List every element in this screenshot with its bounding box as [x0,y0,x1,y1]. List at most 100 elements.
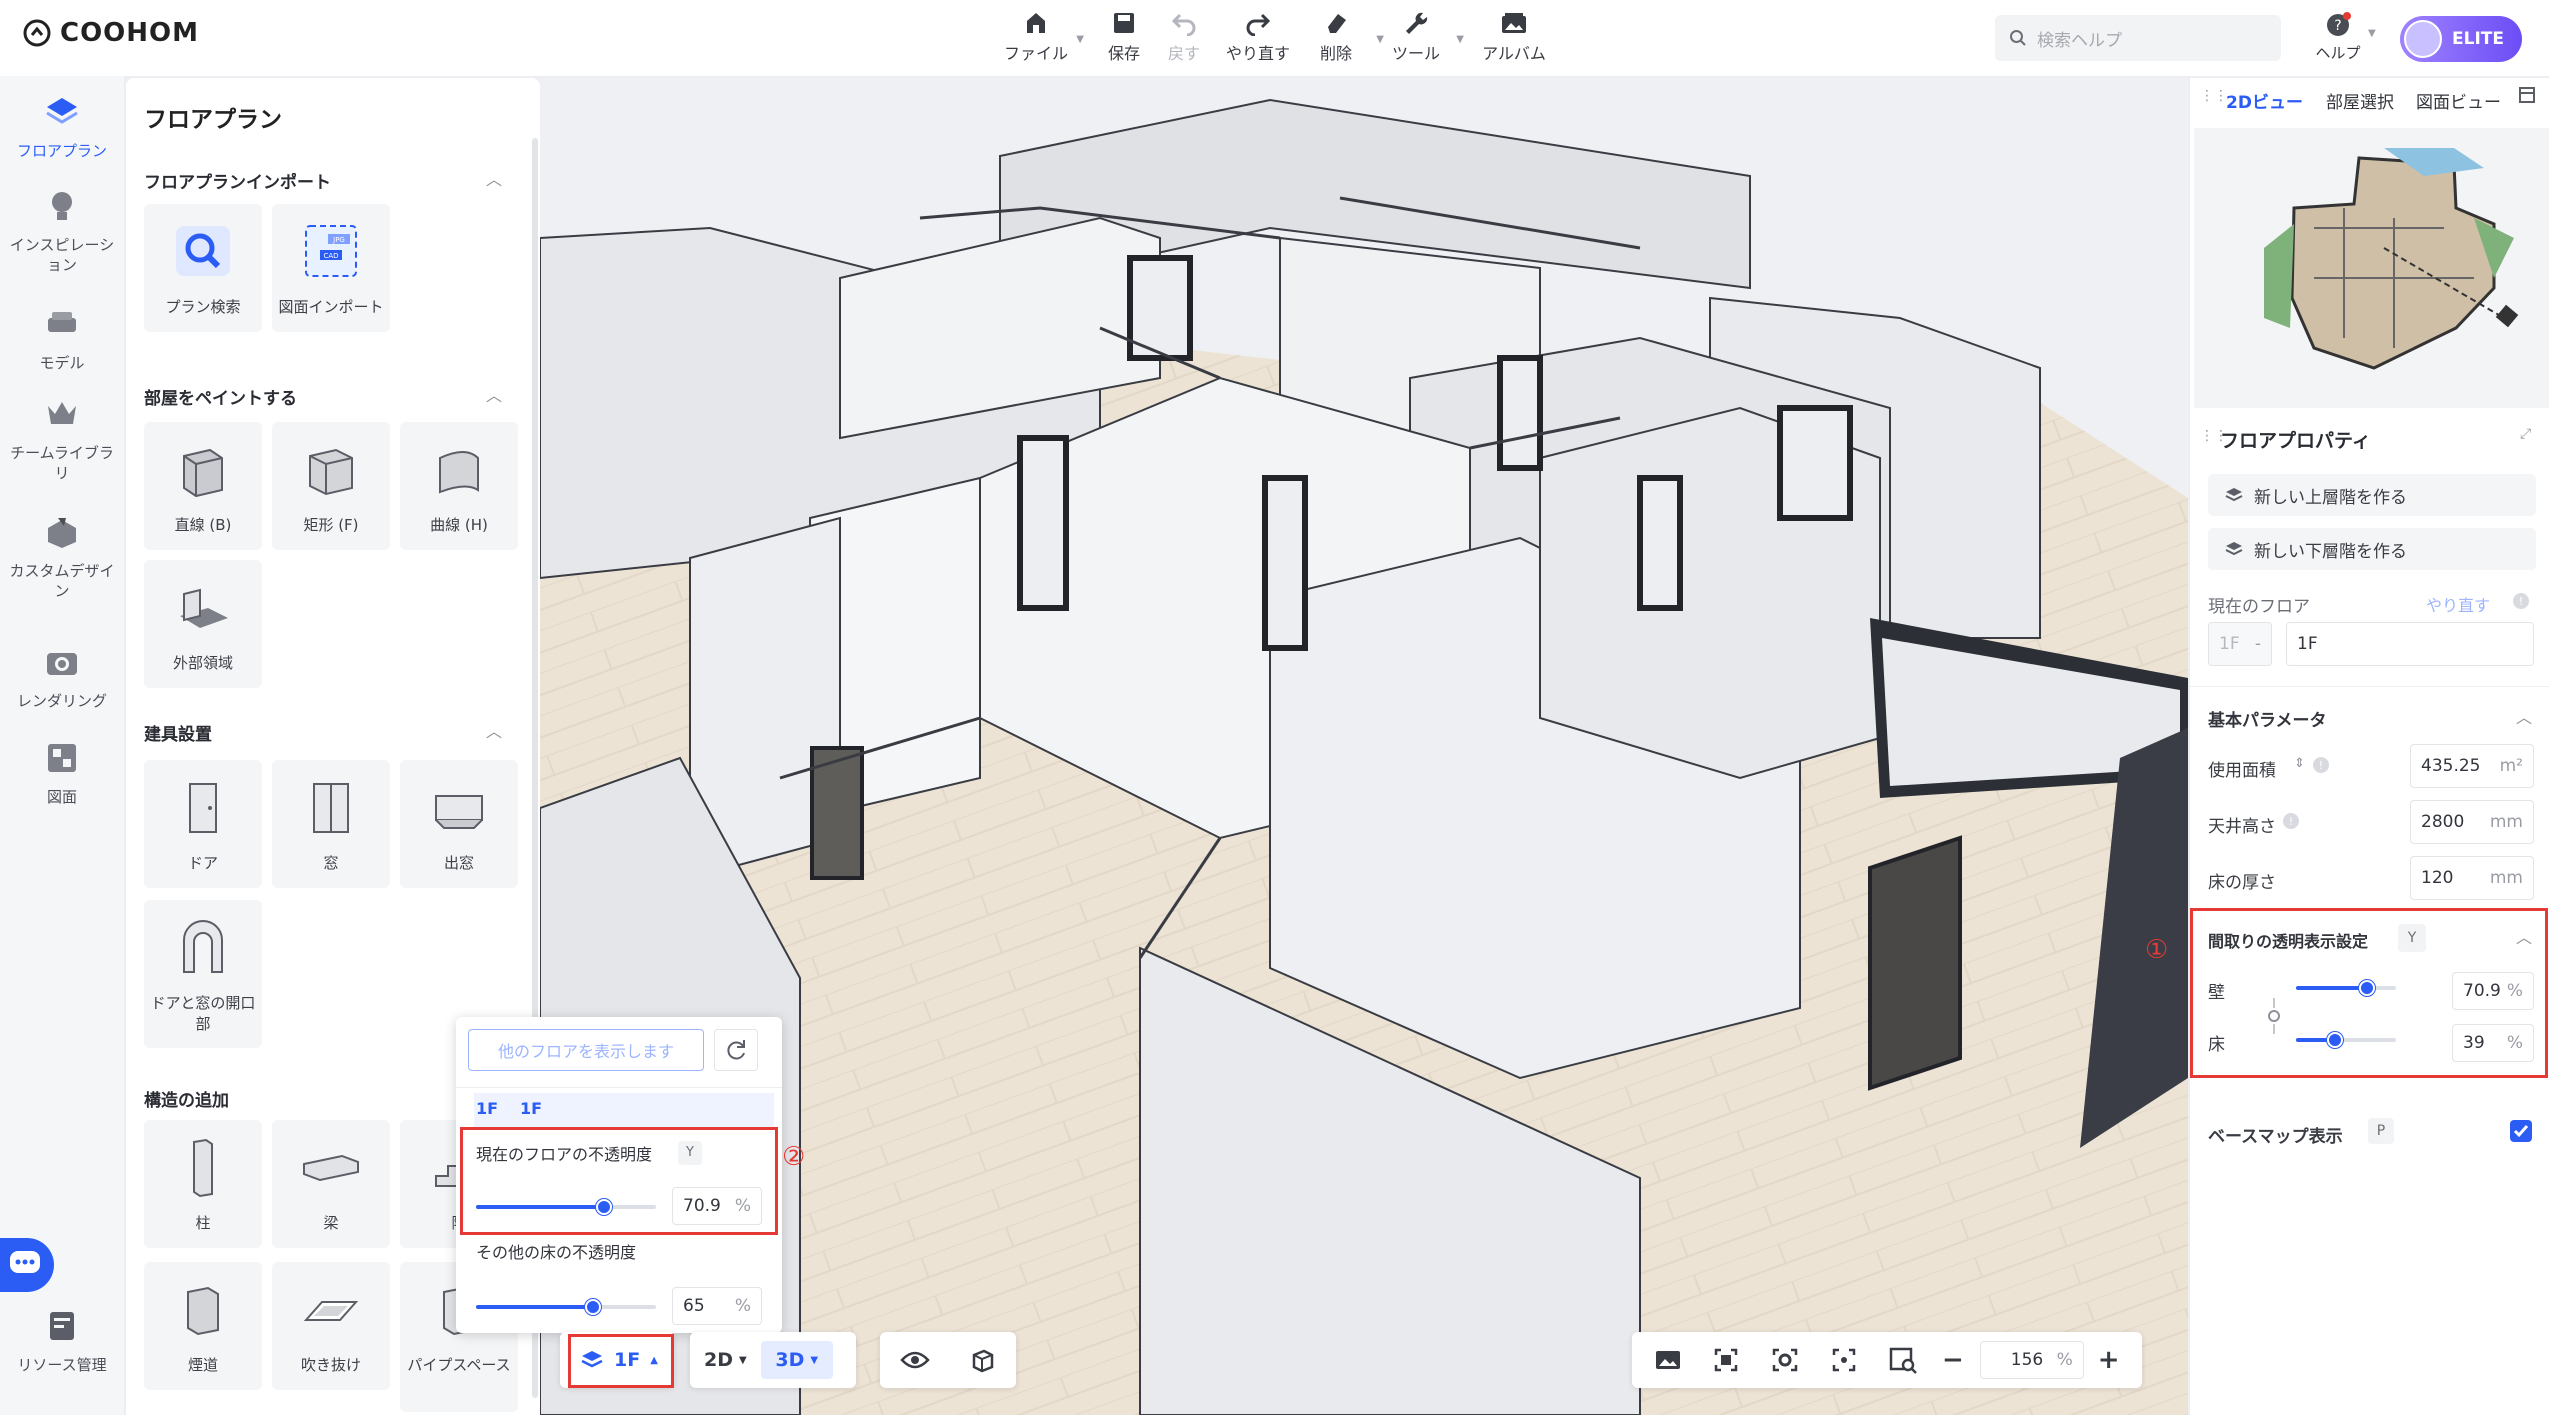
chevron-up-icon[interactable]: ︿ [486,382,502,406]
nav-item-custom-design[interactable]: カスタムデザイン [0,514,124,601]
file-menu[interactable]: ファイル ▼ [996,10,1084,64]
exterior-area-card[interactable]: 外部領域 [144,560,262,688]
floor-dash: - [2254,634,2261,654]
screenshot-icon[interactable] [1712,1346,1740,1374]
show-other-floors-button[interactable]: 他のフロアを表示します [468,1029,704,1071]
chat-button[interactable] [0,1238,54,1292]
curve-room-card[interactable]: 曲線 (H) [400,422,518,550]
zoom-out-button[interactable]: − [1942,1345,1964,1375]
redo-link[interactable]: やり直す [2426,592,2490,616]
other-opacity-field[interactable]: 65% [672,1287,762,1325]
zoom-in-button[interactable]: + [2098,1345,2120,1375]
eye-icon[interactable] [900,1350,930,1370]
other-slider-fill [476,1305,593,1309]
new-lower-floor-button[interactable]: 新しい下層階を作る [2208,528,2536,570]
chevron-up-icon[interactable]: ︿ [2516,704,2532,728]
zoom-area-icon[interactable] [1888,1346,1918,1374]
floor-name-field[interactable]: 1F [2286,622,2534,666]
other-opacity-slider[interactable] [476,1299,656,1315]
crown-icon [48,402,76,424]
card-label: 図面インポート [278,298,384,316]
save-label: 保存 [1107,44,1140,63]
zoom-field[interactable]: 156% [1979,1341,2084,1379]
highlight-box-floor-button [568,1334,674,1388]
tab-room-select[interactable]: 部屋選択 [2326,88,2394,113]
nav-item-resource-management[interactable]: リソース管理 [0,1308,124,1375]
account-badge[interactable]: ELITE [2400,16,2522,62]
drawing-import-card[interactable]: JPG CAD 図面インポート [272,204,390,332]
3d-viewport[interactable] [540,78,2188,1415]
sort-icon[interactable]: ⇕ [2294,756,2305,771]
search-input[interactable]: 検索ヘルプ [1995,15,2281,61]
minimap[interactable] [2194,128,2549,408]
nav-item-rendering[interactable]: レンダリング [0,644,124,711]
nav-item-floorplan[interactable]: フロアプラン [0,94,124,161]
tab-2d-view[interactable]: 2Dビュー [2226,88,2303,113]
coohom-logo-icon [23,19,51,47]
fit-view-icon[interactable] [1830,1346,1858,1374]
view-2d-button[interactable]: 2D ▼ [704,1349,747,1371]
beam-card[interactable]: 梁 [272,1120,390,1248]
highlight-box-transparency [2190,908,2548,1078]
right-panel: ⋮⋮ 2Dビュー 部屋選択 図面ビュー ⋮⋮ フロアプロパティ ⤢ 新しい上層階… [2190,78,2549,1415]
help-button[interactable]: ? ヘルプ [2310,12,2366,63]
layers-add-icon [2225,542,2243,556]
view-tabs: ⋮⋮ 2Dビュー 部屋選択 図面ビュー [2190,78,2549,120]
brand-logo[interactable]: COOHOM [22,18,199,48]
bay-window-icon [435,795,483,829]
void-card[interactable]: 吹き抜け [272,1262,390,1390]
nav-item-drawing[interactable]: 図面 [0,740,124,807]
rect-room-card[interactable]: 矩形 (F) [272,422,390,550]
nav-item-team-library[interactable]: チームライブラリ [0,396,124,483]
new-upper-floor-button[interactable]: 新しい上層階を作る [2208,474,2536,516]
card-label: 曲線 (H) [430,516,488,534]
delete-menu[interactable]: 削除 ▼ [1296,10,1384,64]
window-card[interactable]: 窓 [272,760,390,888]
opening-card[interactable]: ドアと窓の開口部 [144,900,262,1048]
undo-button[interactable]: 戻す [1144,10,1224,64]
image-icon[interactable] [1654,1348,1682,1372]
floor-thickness-field[interactable]: 120 mm [2410,856,2534,900]
ceiling-field[interactable]: 2800 mm [2410,800,2534,844]
custom-design-icon [48,518,76,548]
view-settings-icon[interactable] [1770,1346,1800,1374]
info-icon: ! [2312,756,2330,779]
expand-icon[interactable]: ⤢ [2520,426,2531,442]
plan-search-card[interactable]: プラン検索 [144,204,262,332]
column-card[interactable]: 柱 [144,1120,262,1248]
bay-window-card[interactable]: 出窓 [400,760,518,888]
collapse-panel-icon[interactable] [2518,86,2536,109]
floor-prefix-field: 1F - [2208,622,2272,666]
chevron-up-icon[interactable]: ︿ [486,166,502,190]
line-room-card[interactable]: 直線 (B) [144,422,262,550]
door-card[interactable]: ドア [144,760,262,888]
refresh-button[interactable] [714,1029,758,1071]
box-icon [309,448,353,496]
area-field[interactable]: 435.25 m² [2410,744,2534,788]
nav-label: リソース管理 [17,1356,107,1374]
nav-item-inspiration[interactable]: インスピレーション [0,188,124,275]
chevron-down-icon: ▼ [1076,34,1084,45]
svg-text:!: ! [2319,759,2323,772]
section-structure-title: 構造の追加 [144,1091,229,1111]
card-label: 出窓 [443,854,474,872]
view-mode-group: 2D ▼ 3D ▼ [690,1332,856,1388]
view-3d-button[interactable]: 3D ▼ [760,1341,833,1379]
album-button[interactable]: アルバム [1474,10,1554,64]
basemap-checkbox[interactable] [2510,1120,2532,1142]
chevron-up-icon[interactable]: ︿ [486,718,502,742]
floor-row[interactable] [474,1093,774,1127]
drag-handle-icon[interactable]: ⋮⋮ [2200,88,2228,104]
save-icon [1114,13,1134,33]
nav-item-model[interactable]: モデル [0,306,124,373]
box-view-icon[interactable] [970,1347,996,1373]
tab-drawing-view[interactable]: 図面ビュー [2416,88,2501,113]
section-paint-title: 部屋をペイントする [144,389,297,409]
tools-menu[interactable]: ツール ▼ [1376,10,1464,64]
redo-button[interactable]: やり直す [1218,10,1298,64]
redo-icon [1246,13,1271,36]
flue-card[interactable]: 煙道 [144,1262,262,1390]
other-slider-knob[interactable] [584,1299,601,1315]
card-label: ドアと窓の開口部 [150,994,256,1033]
chevron-down-icon[interactable]: ▼ [2368,28,2376,39]
